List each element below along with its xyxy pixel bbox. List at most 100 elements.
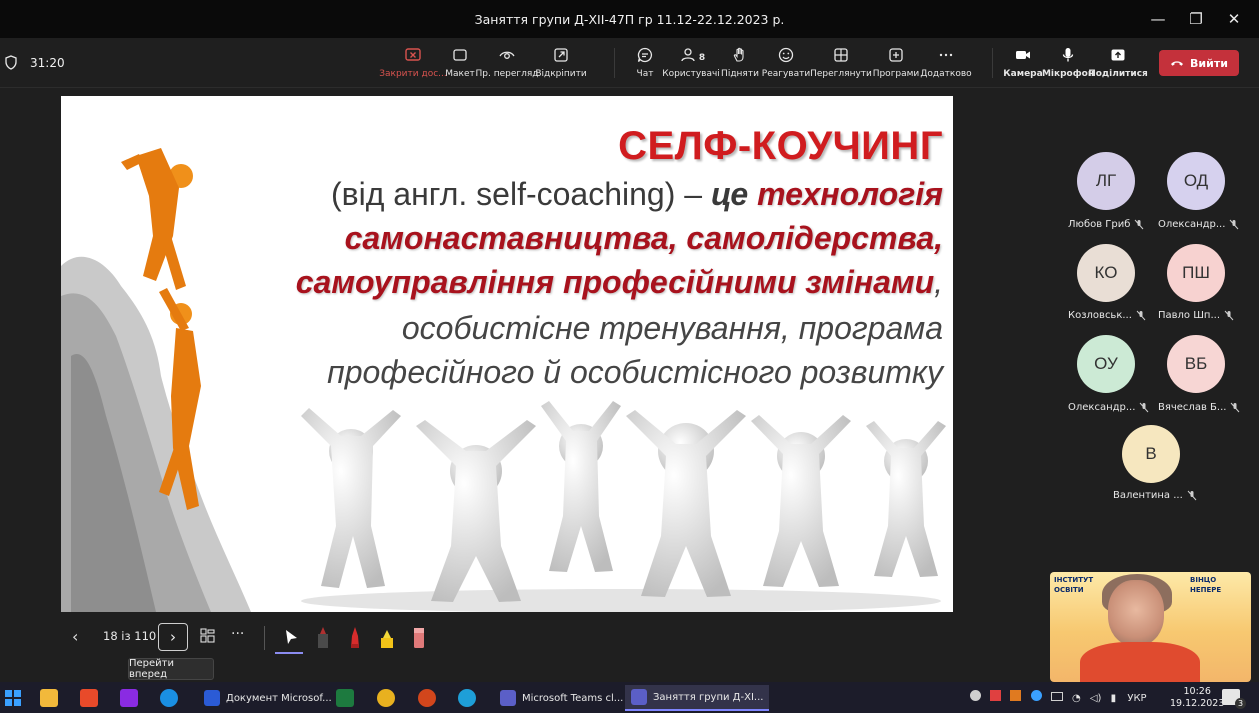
- pen-red-icon[interactable]: [344, 624, 366, 652]
- taskbar-window-word[interactable]: Документ Microsof...: [198, 685, 338, 711]
- close-button[interactable]: ✕: [1215, 0, 1253, 38]
- maximize-button[interactable]: ❐: [1177, 0, 1215, 38]
- participant-avatar[interactable]: КО: [1077, 244, 1135, 302]
- stop-sharing-button[interactable]: Закрити дос...: [379, 38, 447, 88]
- slide-more-button[interactable]: ···: [231, 626, 244, 642]
- grid-icon: [834, 48, 848, 62]
- edge-icon[interactable]: [458, 689, 476, 707]
- tray-app-icon: [990, 690, 1002, 701]
- teams-icon: [500, 690, 516, 706]
- slide-line-1-plain: (від англ. self-coaching) –: [330, 176, 711, 212]
- participant-avatar[interactable]: ОУ: [1077, 335, 1135, 393]
- excel-icon[interactable]: [336, 689, 354, 707]
- previous-slide-button[interactable]: ‹: [72, 627, 78, 646]
- unpin-button[interactable]: Відкріпити: [535, 38, 587, 88]
- powerpoint-icon[interactable]: [418, 689, 436, 707]
- system-tray-icons[interactable]: ◔ ◁) ▮ УКР: [970, 690, 1147, 704]
- mic-muted-icon: [1224, 310, 1234, 321]
- leave-label: Вийти: [1190, 56, 1228, 70]
- slide-line-1: (від англ. self-coaching) – це технологі…: [331, 176, 943, 213]
- stop-share-icon: [405, 48, 421, 61]
- celebrating-figures-illustration: [301, 401, 946, 612]
- participant-avatar[interactable]: ОД: [1167, 152, 1225, 210]
- volume-icon: ◁): [1089, 693, 1102, 704]
- share-label: Поділитися: [1088, 69, 1148, 79]
- slide-line-4: особистісне тренування, програма: [401, 310, 943, 346]
- participant-initials: ЛГ: [1095, 171, 1117, 190]
- taskbar-clock[interactable]: 10:26 19.12.2023: [1170, 686, 1224, 710]
- more-button[interactable]: Додатково: [920, 38, 972, 88]
- share-icon: [1111, 49, 1125, 61]
- share-button[interactable]: Поділитися: [1088, 38, 1148, 88]
- input-language[interactable]: УКР: [1127, 693, 1146, 704]
- leave-button[interactable]: Вийти: [1159, 50, 1239, 76]
- clock-time: 10:26: [1183, 686, 1211, 697]
- app-icon[interactable]: [80, 689, 98, 707]
- private-view-button[interactable]: Пр. перегляд: [476, 38, 539, 88]
- participant-name-text: Козловськ...: [1068, 310, 1132, 321]
- word-icon: [204, 690, 220, 706]
- stop-sharing-label: Закрити дос...: [379, 69, 447, 79]
- pen-dark-icon[interactable]: [312, 624, 334, 652]
- chat-icon: [637, 47, 653, 63]
- meeting-toolbar: 31:20 Закрити дос... Макет Пр. перегляд …: [0, 38, 1259, 88]
- taskbar-window-label: Документ Microsof...: [226, 692, 332, 704]
- chat-button[interactable]: Чат: [628, 38, 662, 88]
- layout-button[interactable]: Макет: [442, 38, 478, 88]
- rock-climbers-illustration: [61, 148, 251, 612]
- slide-grid-button[interactable]: [200, 628, 215, 647]
- camera-button[interactable]: Камера: [1002, 38, 1044, 88]
- video-banner-text: НЕПЕРЕ: [1190, 586, 1222, 594]
- react-button[interactable]: Реагувати: [760, 38, 812, 88]
- participant-name: Вячеслав Б...: [1158, 402, 1240, 413]
- people-button[interactable]: 8 Користувачі: [662, 38, 720, 88]
- file-explorer-icon[interactable]: [40, 689, 58, 707]
- raise-hand-button[interactable]: Підняти: [720, 38, 760, 88]
- camera-label: Камера: [1003, 69, 1043, 79]
- apps-button[interactable]: Програми: [870, 38, 922, 88]
- tray-app-icon: [1010, 690, 1022, 701]
- self-video-tile[interactable]: ІНСТИТУТ ВІНЦО ОСВІТИ НЕПЕРЕ: [1050, 572, 1251, 682]
- toolbar-separator: [992, 48, 993, 78]
- phone-hangup-icon: [1171, 61, 1184, 66]
- nav-separator: [264, 626, 265, 650]
- people-icon: [681, 48, 695, 62]
- hand-icon: [733, 47, 744, 62]
- taskbar-window-teams[interactable]: Microsoft Teams cl...: [494, 685, 629, 711]
- slide-heading: СЕЛФ-КОУЧИНГ: [618, 124, 943, 168]
- windows-start-icon[interactable]: [4, 689, 22, 707]
- laser-pointer-icon[interactable]: [280, 624, 302, 652]
- participant-count: 8: [698, 52, 706, 63]
- unpin-label: Відкріпити: [535, 69, 587, 79]
- shield-icon: [5, 55, 17, 70]
- view-button[interactable]: Переглянути: [810, 38, 872, 88]
- mic-label: Мікрофон: [1041, 69, 1095, 79]
- participant-initials: ОУ: [1094, 354, 1118, 373]
- window-titlebar: Заняття групи Д-ХІІ-47П гр 11.12-22.12.2…: [0, 0, 1259, 38]
- clock-date: 19.12.2023: [1170, 698, 1225, 709]
- chrome-icon[interactable]: [377, 689, 395, 707]
- meeting-timer: 31:20: [30, 56, 65, 70]
- apps-icon: [889, 48, 903, 62]
- tray-app-icon: [970, 690, 981, 701]
- participant-name-text: Олександр...: [1158, 219, 1226, 230]
- active-tool-indicator: [275, 652, 303, 654]
- next-slide-button[interactable]: ›: [158, 623, 188, 651]
- more-label: Додатково: [920, 69, 972, 79]
- taskbar-window-meeting[interactable]: Заняття групи Д-ХІ...: [625, 685, 770, 711]
- participant-avatar[interactable]: В: [1122, 425, 1180, 483]
- participant-name-text: Олександр...: [1068, 402, 1136, 413]
- minimize-button[interactable]: —: [1139, 0, 1177, 38]
- eraser-icon[interactable]: [408, 624, 430, 652]
- skype-icon[interactable]: [160, 689, 178, 707]
- participant-avatar[interactable]: ВБ: [1167, 335, 1225, 393]
- participant-avatar[interactable]: ПШ: [1167, 244, 1225, 302]
- highlighter-icon[interactable]: [376, 624, 398, 652]
- smile-icon: [778, 47, 794, 63]
- onenote-icon[interactable]: [120, 689, 138, 707]
- participant-initials: ВБ: [1184, 354, 1208, 373]
- toolbar-media-group: Камера Мікрофон Поділитися: [1002, 38, 1148, 88]
- participant-avatar[interactable]: ЛГ: [1077, 152, 1135, 210]
- mic-button[interactable]: Мікрофон: [1041, 38, 1095, 88]
- person-body: [1080, 642, 1200, 682]
